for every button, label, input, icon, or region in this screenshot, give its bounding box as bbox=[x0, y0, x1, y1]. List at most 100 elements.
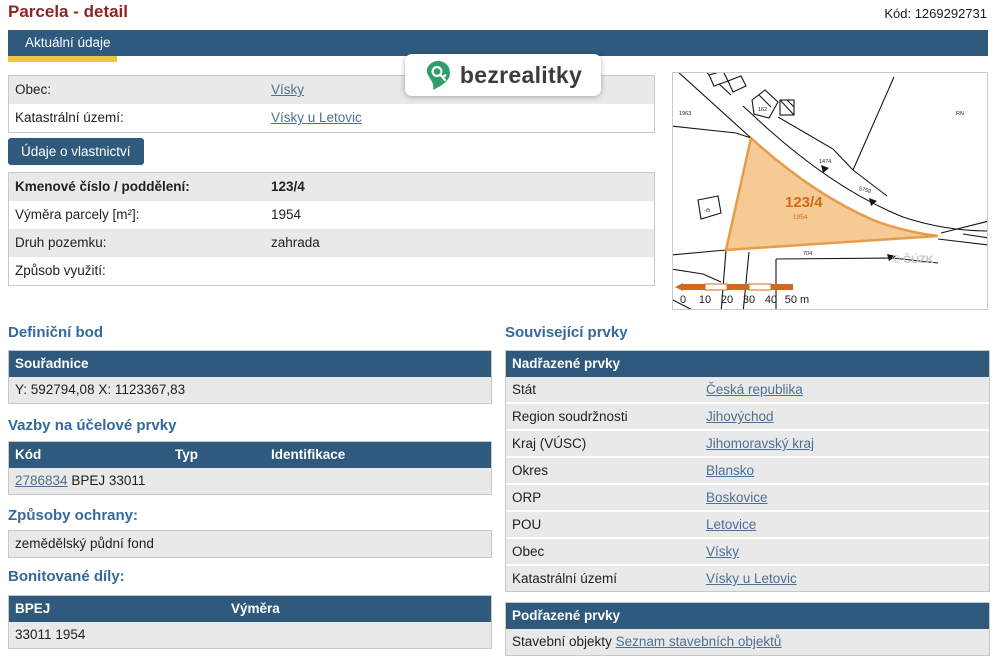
active-tab-indicator bbox=[8, 56, 117, 62]
quality-parts-table: BPEJ Výměra 33011 1954 bbox=[8, 595, 492, 649]
table-row: Okres Blansko bbox=[506, 458, 989, 483]
scale-label: 50 m bbox=[785, 294, 809, 306]
col-typ: Typ bbox=[175, 442, 198, 468]
map-label: 5750 bbox=[858, 186, 871, 195]
bezrealitky-logo-text: bezrealitky bbox=[460, 62, 582, 89]
quality-parts-heading: Bonitované díly: bbox=[8, 568, 125, 585]
child-elements-header: Podřazené prvky bbox=[506, 603, 989, 629]
building-objects-link[interactable]: Seznam stavebních objektů bbox=[616, 634, 782, 649]
row-label: Způsob využití: bbox=[15, 263, 106, 278]
purpose-links-heading: Vazby na účelové prvky bbox=[8, 417, 176, 434]
table-row: Obec Vísky bbox=[506, 539, 989, 564]
ownership-data-button[interactable]: Údaje o vlastnictví bbox=[8, 138, 144, 165]
katastralni-uzemi-link[interactable]: Vísky u Letovic bbox=[706, 571, 797, 586]
scale-label: 10 bbox=[699, 294, 711, 306]
bpej-value: 33011 bbox=[15, 627, 52, 642]
obec-link[interactable]: Vísky bbox=[706, 544, 739, 559]
map-label: RN bbox=[956, 111, 964, 117]
map-parcel-number: 123/4 bbox=[785, 194, 823, 211]
kraj-link[interactable]: Jihomoravský kraj bbox=[706, 436, 814, 451]
row-value: 123/4 bbox=[271, 173, 305, 201]
region-link[interactable]: Jihovýchod bbox=[706, 409, 774, 424]
map-scale-bar: 0 10 20 30 40 50 m bbox=[675, 283, 809, 306]
map-label: 1963 bbox=[679, 111, 691, 117]
row-label: Kmenové číslo / poddělení: bbox=[15, 179, 190, 194]
scale-label: 40 bbox=[765, 294, 777, 306]
table-row: ORP Boskovice bbox=[506, 485, 989, 510]
row-label: Kraj (VÚSC) bbox=[512, 436, 586, 451]
table-row: Kraj (VÚSC) Jihomoravský kraj bbox=[506, 431, 989, 456]
tab-aktualni-udaje[interactable]: Aktuální údaje bbox=[25, 30, 111, 56]
protection-value: zemědělský půdní fond bbox=[8, 530, 492, 558]
okres-link[interactable]: Blansko bbox=[706, 463, 754, 478]
table-row: Stavební objekty Seznam stavebních objek… bbox=[506, 629, 989, 655]
purpose-links-table-header: Kód Typ Identifikace bbox=[9, 442, 491, 468]
table-row: POU Letovice bbox=[506, 512, 989, 537]
area-value: 1954 bbox=[55, 627, 85, 642]
scale-label: 30 bbox=[743, 294, 755, 306]
row-label: ORP bbox=[512, 490, 541, 505]
definition-point-heading: Definiční bod bbox=[8, 324, 103, 341]
row-label: Katastrální území: bbox=[15, 110, 124, 125]
quality-parts-table-header: BPEJ Výměra bbox=[9, 596, 491, 622]
purpose-code-link[interactable]: 2786834 bbox=[15, 473, 68, 488]
parent-elements-header: Nadřazené prvky bbox=[506, 351, 989, 377]
table-row: Kmenové číslo / poddělení: 123/4 bbox=[9, 173, 654, 201]
obec-link[interactable]: Vísky bbox=[271, 82, 304, 97]
cadastral-map: 123/4 1954 © ČÚZK RN 5750 704 1474 162 1… bbox=[672, 72, 988, 310]
coordinates-header: Souřadnice bbox=[9, 351, 491, 377]
row-label: Obec: bbox=[15, 82, 51, 97]
row-value: zahrada bbox=[271, 229, 320, 257]
table-row: 33011 1954 bbox=[9, 622, 491, 648]
parcel-highlight bbox=[726, 138, 938, 250]
cuzk-watermark: © ČÚZK bbox=[892, 253, 934, 266]
pou-link[interactable]: Letovice bbox=[706, 517, 756, 532]
parcel-code: Kód: 1269292731 bbox=[884, 6, 987, 21]
child-elements-table: Podřazené prvky Stavební objekty Seznam … bbox=[505, 602, 990, 656]
coordinates-table: Souřadnice Y: 592794,08 X: 1123367,83 bbox=[8, 350, 492, 404]
map-parcel-area: 1954 bbox=[793, 214, 808, 221]
parent-elements-table: Nadřazené prvky Stát Česká republika Reg… bbox=[505, 350, 990, 592]
scale-label: 20 bbox=[721, 294, 733, 306]
bezrealitky-pin-icon bbox=[424, 60, 451, 91]
table-row: Stát Česká republika bbox=[506, 377, 989, 402]
table-row: 2786834 BPEJ 33011 bbox=[9, 468, 491, 494]
row-label: Výměra parcely [m²]: bbox=[15, 207, 140, 222]
row-label: Okres bbox=[512, 463, 548, 478]
table-row: Výměra parcely [m²]: 1954 bbox=[9, 201, 654, 229]
table-row: Katastrální území: Vísky u Letovic bbox=[9, 104, 654, 132]
row-label: Druh pozemku: bbox=[15, 235, 107, 250]
protection-heading: Způsoby ochrany: bbox=[8, 507, 138, 524]
row-label: Katastrální území bbox=[512, 571, 617, 586]
page-title: Parcela - detail bbox=[8, 2, 128, 22]
table-row: Druh pozemku: zahrada bbox=[9, 229, 654, 257]
scale-label: 0 bbox=[680, 294, 686, 306]
stat-link[interactable]: Česká republika bbox=[706, 382, 803, 397]
purpose-links-table: Kód Typ Identifikace 2786834 BPEJ 33011 bbox=[8, 441, 492, 495]
map-label: 1474 bbox=[819, 159, 831, 165]
table-row: Katastrální území Vísky u Letovic bbox=[506, 566, 989, 591]
coordinates-value: Y: 592794,08 X: 1123367,83 bbox=[9, 377, 491, 403]
purpose-identification: 33011 bbox=[109, 473, 146, 488]
bezrealitky-badge[interactable]: bezrealitky bbox=[405, 54, 601, 96]
map-label: 704 bbox=[803, 251, 812, 257]
row-label: Region soudržnosti bbox=[512, 409, 628, 424]
table-row: Region soudržnosti Jihovýchod bbox=[506, 404, 989, 429]
row-value: 1954 bbox=[271, 201, 301, 229]
col-identifikace: Identifikace bbox=[271, 442, 345, 468]
tab-bar: Aktuální údaje bbox=[8, 30, 988, 56]
map-label: -/h bbox=[704, 208, 710, 214]
row-label: Stát bbox=[512, 382, 536, 397]
orp-link[interactable]: Boskovice bbox=[706, 490, 768, 505]
col-kod: Kód bbox=[15, 447, 41, 462]
table-row: Způsob využití: bbox=[9, 257, 654, 285]
parcel-detail-table: Kmenové číslo / poddělení: 123/4 Výměra … bbox=[8, 172, 655, 286]
row-label: POU bbox=[512, 517, 541, 532]
col-bpej: BPEJ bbox=[15, 601, 50, 616]
row-label: Stavební objekty bbox=[512, 634, 612, 649]
col-vymera: Výměra bbox=[231, 596, 280, 622]
map-label: 162 bbox=[758, 107, 767, 113]
related-heading: Související prvky bbox=[505, 324, 628, 341]
katastralni-uzemi-link[interactable]: Vísky u Letovic bbox=[271, 110, 362, 125]
purpose-type: BPEJ bbox=[71, 473, 105, 488]
